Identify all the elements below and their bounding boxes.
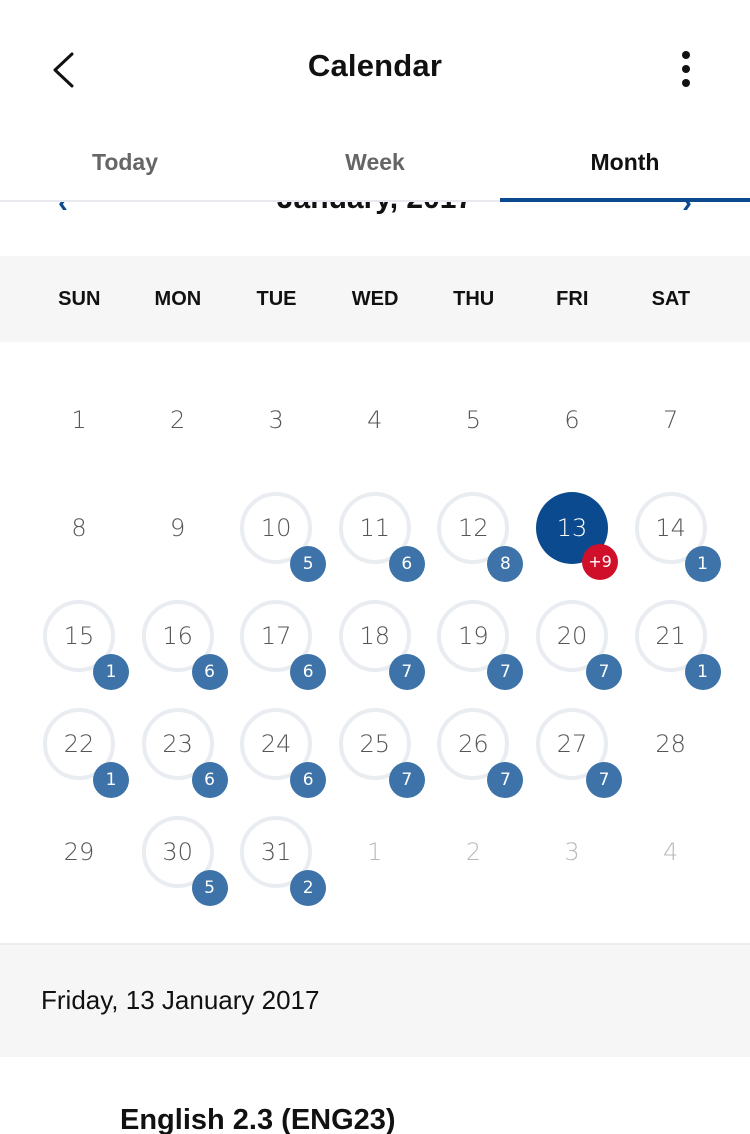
day-cell[interactable]: 2 [142, 384, 214, 456]
event-count-badge: 8 [487, 546, 524, 582]
event-count-badge: 7 [388, 762, 425, 798]
day-number: 8 [71, 514, 87, 542]
event-title[interactable]: English 2.3 (ENG23) [120, 1104, 396, 1134]
event-count-badge: 7 [586, 654, 622, 690]
event-count-badge: 5 [191, 870, 228, 906]
day-number: 2 [465, 838, 482, 866]
day-cell[interactable]: 21 1 [634, 600, 721, 690]
day-cell[interactable]: 28 [635, 708, 707, 780]
day-number: 29 [63, 838, 95, 866]
weekday-header: SUN MON TUE WED THU FRI SAT [0, 256, 750, 342]
event-count-badge: 6 [290, 762, 327, 798]
day-cell[interactable]: 8 [43, 492, 115, 564]
selected-date-bar: Friday, 13 January 2017 [0, 945, 750, 1057]
weekday-label: TUE [256, 288, 297, 310]
day-cell[interactable]: 5 [437, 384, 509, 456]
event-count-badge: 1 [93, 654, 129, 690]
event-count-badge: 2 [290, 870, 327, 906]
day-cell[interactable]: 11 6 [338, 492, 425, 582]
week-row: 22 1 23 6 24 6 25 7 26 7 27 7 28 [0, 690, 750, 798]
day-cell[interactable]: 1 [43, 384, 115, 456]
day-cell[interactable]: 4 [339, 384, 411, 456]
day-cell[interactable]: 30 5 [141, 816, 228, 906]
day-cell[interactable]: 2 [437, 816, 509, 888]
week-row: 29 30 5 31 2 1 2 3 4 [0, 798, 750, 906]
day-cell[interactable]: 27 7 [536, 708, 622, 798]
day-cell[interactable]: 10 5 [240, 492, 327, 582]
day-cell[interactable]: 16 6 [141, 600, 228, 690]
day-cell[interactable]: 3 [240, 384, 312, 456]
day-number: 6 [564, 406, 580, 434]
week-row: 1 2 3 4 5 6 7 [0, 366, 750, 474]
day-cell[interactable]: 24 6 [240, 708, 327, 798]
day-number: 7 [662, 406, 679, 434]
day-cell[interactable]: 14 1 [634, 492, 721, 582]
day-cell[interactable]: 22 1 [43, 708, 129, 798]
weekday-label: THU [453, 288, 495, 310]
page-title: Calendar [307, 48, 443, 83]
weekday-label: WED [351, 288, 399, 310]
day-cell[interactable]: 9 [142, 492, 214, 564]
weekday-label: FRI [556, 288, 589, 310]
day-cell[interactable]: 31 2 [240, 816, 327, 906]
day-number: 3 [564, 838, 580, 866]
tab-week[interactable]: Week [250, 128, 500, 200]
event-count-badge: 6 [191, 762, 228, 798]
tab-today[interactable]: Today [0, 128, 250, 200]
day-number: 4 [662, 838, 679, 866]
week-row: 8 9 10 5 11 6 12 8 13 +9 14 1 [0, 474, 750, 582]
month-grid: 1 2 3 4 5 6 7 8 9 10 5 11 6 12 8 13 +9 14 1 15 1 16 6 17 6 18 7 19 7… [0, 366, 750, 906]
event-count-badge: 7 [487, 654, 524, 690]
event-count-badge: 7 [388, 654, 425, 690]
day-number: 28 [655, 730, 686, 758]
day-cell[interactable]: 7 [635, 384, 707, 456]
week-row: 15 1 16 6 17 6 18 7 19 7 20 7 21 1 [0, 582, 750, 690]
event-count-badge: 6 [191, 654, 228, 690]
event-count-badge: 7 [586, 762, 622, 798]
day-number: 3 [268, 406, 284, 434]
day-number: 5 [465, 406, 482, 434]
day-cell[interactable]: 23 6 [141, 708, 228, 798]
day-number: 2 [169, 406, 186, 434]
event-count-badge: 5 [290, 546, 327, 582]
more-vertical-icon [682, 51, 690, 87]
event-overflow-badge: +9 [582, 544, 618, 580]
event-count-badge: 6 [388, 546, 425, 582]
event-count-badge: 7 [487, 762, 524, 798]
day-cell[interactable]: 25 7 [338, 708, 425, 798]
selected-date-label: Friday, 13 January 2017 [41, 985, 320, 1015]
weekday-label: SAT [651, 288, 691, 310]
day-cell[interactable]: 3 [536, 816, 608, 888]
day-cell[interactable]: 29 [43, 816, 115, 888]
day-cell[interactable]: 12 8 [437, 492, 524, 582]
day-cell[interactable]: 20 7 [536, 600, 622, 690]
weekday-label: SUN [58, 288, 101, 310]
day-cell[interactable]: 18 7 [338, 600, 425, 690]
more-options-button[interactable] [666, 44, 706, 94]
day-cell[interactable]: 26 7 [437, 708, 524, 798]
weekday-label: MON [154, 288, 202, 310]
view-tabs: Today Week Month [0, 128, 750, 202]
day-cell[interactable]: 1 [339, 816, 411, 888]
day-cell[interactable]: 15 1 [43, 600, 129, 690]
day-number: 1 [367, 838, 383, 866]
day-cell[interactable]: 19 7 [437, 600, 524, 690]
day-cell[interactable]: 17 6 [240, 600, 327, 690]
event-count-badge: 1 [684, 546, 721, 582]
day-cell-selected[interactable]: 13 +9 [536, 492, 618, 580]
tab-month[interactable]: Month [500, 128, 750, 202]
day-number: 4 [367, 406, 383, 434]
day-number: 9 [169, 514, 186, 542]
app-header: Calendar [0, 0, 750, 136]
day-cell[interactable]: 4 [635, 816, 707, 888]
event-count-badge: 1 [684, 654, 721, 690]
day-cell[interactable]: 6 [536, 384, 608, 456]
event-count-badge: 1 [93, 762, 129, 798]
event-count-badge: 6 [290, 654, 327, 690]
day-number: 1 [71, 406, 87, 434]
